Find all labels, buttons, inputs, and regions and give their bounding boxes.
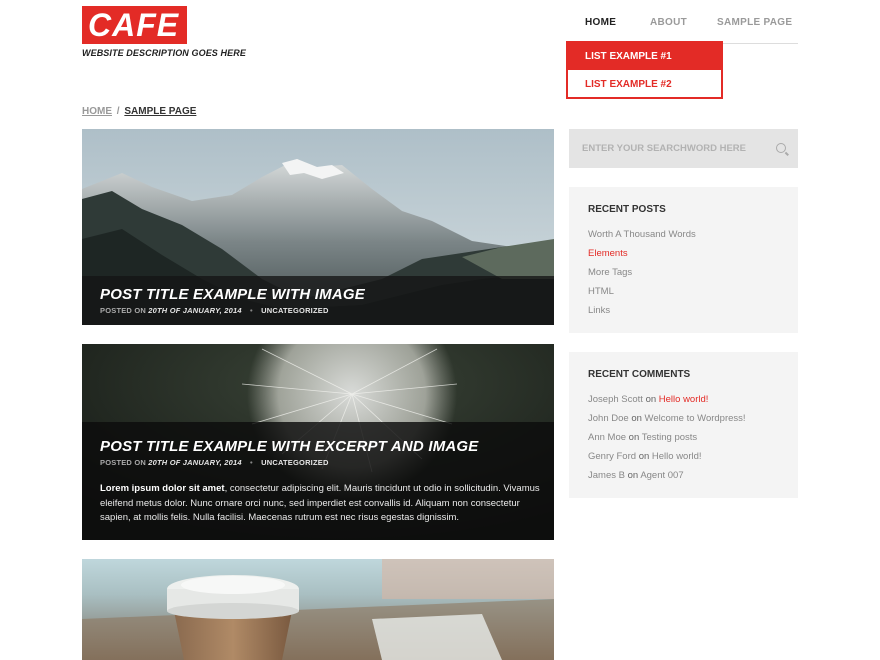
excerpt-lead: Lorem ipsum dolor sit amet	[100, 483, 225, 494]
list-item: Links	[588, 305, 696, 324]
comment-post-link[interactable]: Hello world!	[659, 394, 709, 405]
post-image-coffee[interactable]	[82, 559, 554, 660]
comment-post-link[interactable]: Hello world!	[652, 451, 702, 462]
post-title[interactable]: POST TITLE EXAMPLE WITH EXCERPT AND IMAG…	[100, 438, 479, 455]
post-card-3	[82, 559, 554, 660]
logo-text: CAFE	[88, 7, 180, 43]
comment-post-link[interactable]: Agent 007	[640, 470, 683, 481]
comment-author-link[interactable]: Genry Ford	[588, 451, 636, 462]
post-card-2: POST TITLE EXAMPLE WITH EXCERPT AND IMAG…	[82, 344, 554, 540]
comment-post-link[interactable]: Welcome to Wordpress!	[645, 413, 746, 424]
recent-posts-list: Worth A Thousand Words Elements More Tag…	[588, 229, 696, 324]
breadcrumb-current: SAMPLE PAGE	[124, 106, 197, 117]
meta-dot-separator: •	[249, 458, 253, 467]
search-input[interactable]	[569, 129, 769, 168]
search-icon[interactable]	[776, 143, 786, 153]
list-item: John Doe on Welcome to Wordpress!	[588, 413, 746, 432]
nav-item-home[interactable]: HOME	[585, 17, 616, 28]
breadcrumb: HOME / SAMPLE PAGE	[82, 106, 196, 117]
meta-dot-separator: •	[249, 306, 253, 315]
list-item: Genry Ford on Hello world!	[588, 451, 746, 470]
comment-on-text: on	[631, 413, 642, 424]
recent-post-link[interactable]: HTML	[588, 286, 614, 297]
site-logo[interactable]: CAFE	[82, 6, 187, 44]
nav-item-sample-page[interactable]: SAMPLE PAGE	[717, 17, 792, 28]
recent-post-link[interactable]: Worth A Thousand Words	[588, 229, 696, 240]
list-item: Worth A Thousand Words	[588, 229, 696, 248]
nav-dropdown-menu: LIST EXAMPLE #1 LIST EXAMPLE #2	[566, 41, 723, 99]
comment-author-link[interactable]: James B	[588, 470, 625, 481]
post-category-link[interactable]: UNCATEGORIZED	[261, 458, 328, 467]
list-item: More Tags	[588, 267, 696, 286]
comment-on-text: on	[645, 394, 657, 405]
dropdown-item-list-example-2[interactable]: LIST EXAMPLE #2	[568, 70, 721, 97]
comment-on-text: on	[627, 470, 639, 481]
list-item: James B on Agent 007	[588, 470, 746, 489]
recent-post-link[interactable]: Links	[588, 305, 610, 316]
comment-on-text: on	[638, 451, 650, 462]
recent-post-link[interactable]: More Tags	[588, 267, 632, 278]
list-item: Elements	[588, 248, 696, 267]
comment-author-link[interactable]: John Doe	[588, 413, 629, 424]
comment-author-link[interactable]: Ann Moe	[588, 432, 626, 443]
widget-title: RECENT POSTS	[588, 204, 666, 215]
recent-comments-list: Joseph Scott on Hello world! John Doe on…	[588, 394, 746, 489]
widget-title: RECENT COMMENTS	[588, 369, 691, 380]
comment-on-text: on	[628, 432, 640, 443]
recent-post-link[interactable]: Elements	[588, 248, 628, 259]
list-item: Joseph Scott on Hello world!	[588, 394, 746, 413]
nav-item-about[interactable]: ABOUT	[650, 17, 687, 28]
recent-posts-widget: RECENT POSTS Worth A Thousand Words Elem…	[569, 187, 798, 333]
list-item: HTML	[588, 286, 696, 305]
dropdown-item-list-example-1[interactable]: LIST EXAMPLE #1	[568, 43, 721, 70]
post-card-1: POST TITLE EXAMPLE WITH IMAGE POSTED ON …	[82, 129, 554, 325]
recent-comments-widget: RECENT COMMENTS Joseph Scott on Hello wo…	[569, 352, 798, 498]
post-meta-prefix: POSTED ON	[100, 458, 146, 467]
post-meta-prefix: POSTED ON	[100, 306, 146, 315]
list-item: Ann Moe on Testing posts	[588, 432, 746, 451]
post-date: 20TH OF JANUARY, 2014	[148, 458, 242, 467]
post-meta: POSTED ON 20TH OF JANUARY, 2014 • UNCATE…	[100, 458, 329, 467]
post-excerpt: Lorem ipsum dolor sit amet, consectetur …	[100, 482, 540, 526]
breadcrumb-separator: /	[116, 106, 120, 117]
site-tagline: WEBSITE DESCRIPTION GOES HERE	[82, 48, 246, 58]
post-category-link[interactable]: UNCATEGORIZED	[261, 306, 328, 315]
breadcrumb-home-link[interactable]: HOME	[82, 106, 112, 117]
main-nav: HOME ABOUT SAMPLE PAGE	[566, 17, 798, 44]
post-meta: POSTED ON 20TH OF JANUARY, 2014 • UNCATE…	[100, 306, 329, 315]
post-date: 20TH OF JANUARY, 2014	[148, 306, 242, 315]
post-title[interactable]: POST TITLE EXAMPLE WITH IMAGE	[100, 286, 365, 303]
search-box	[569, 129, 798, 168]
comment-author-link[interactable]: Joseph Scott	[588, 394, 643, 405]
comment-post-link[interactable]: Testing posts	[642, 432, 697, 443]
